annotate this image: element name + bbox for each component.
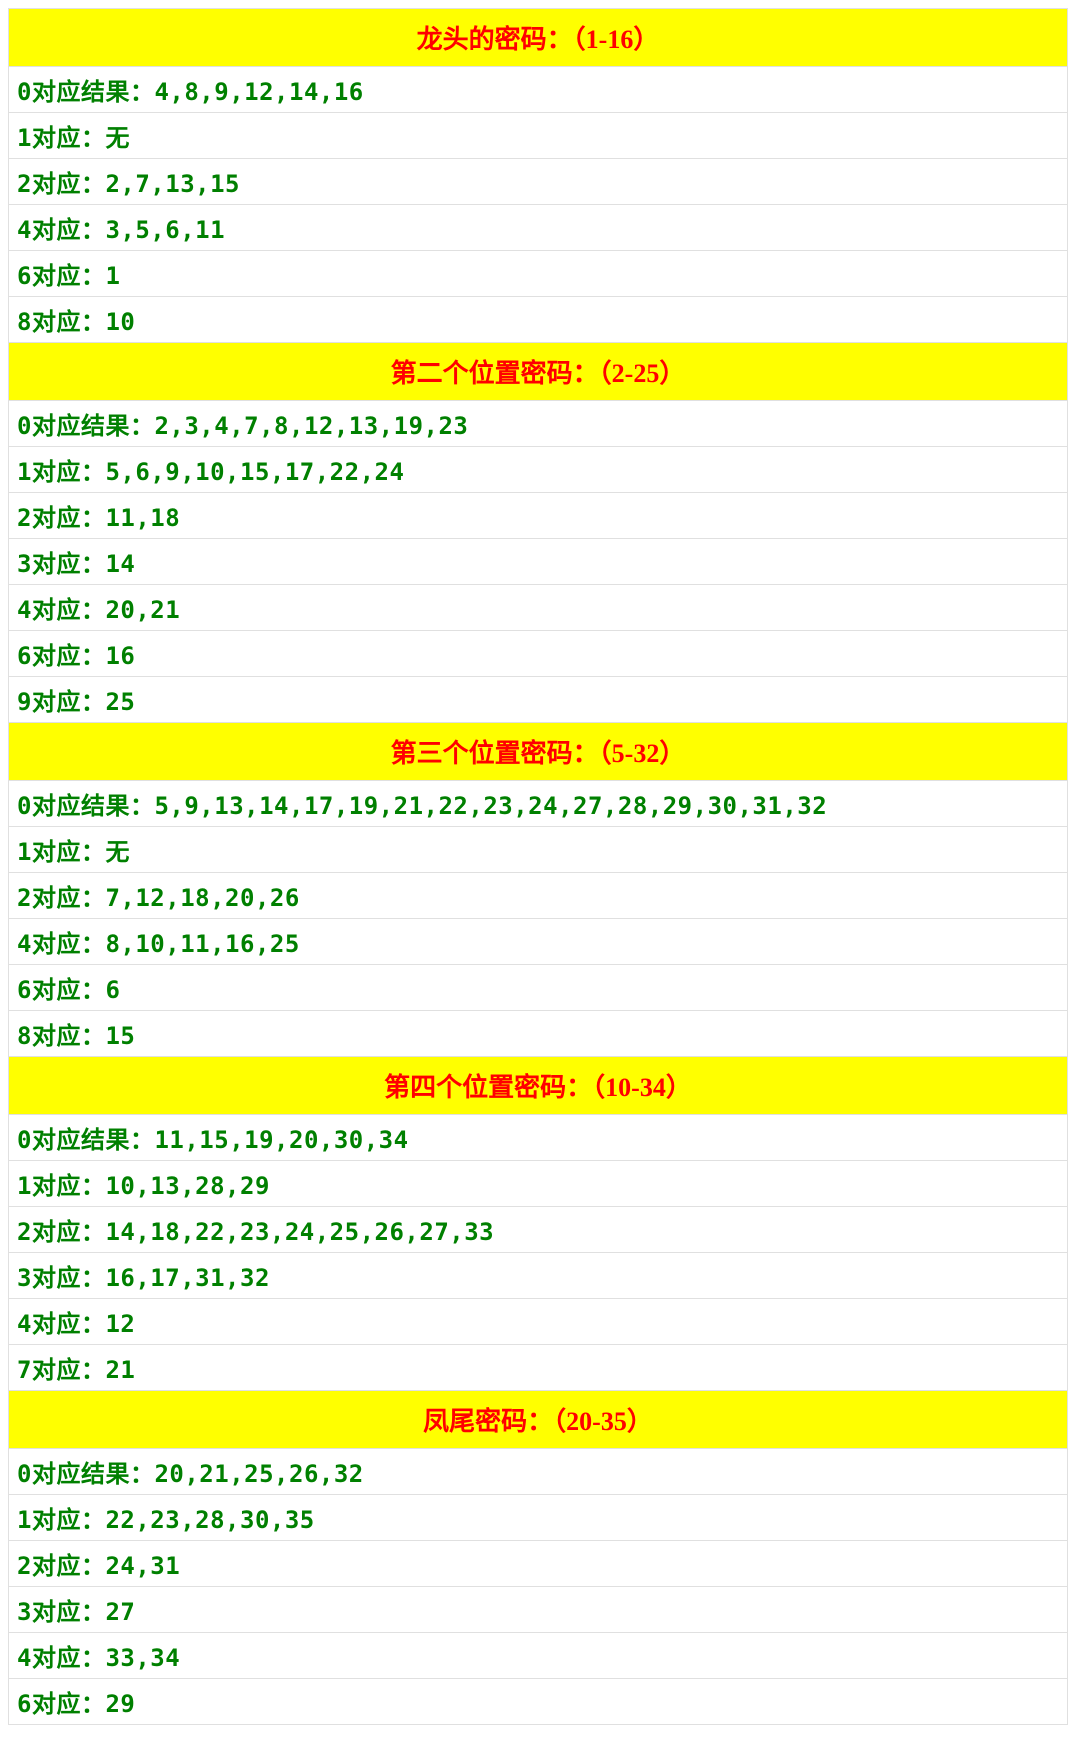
data-row: 2对应：11,18 [8, 493, 1068, 539]
section-2: 第二个位置密码：（2-25） 0对应结果：2,3,4,7,8,12,13,19,… [8, 343, 1068, 723]
data-row: 8对应：15 [8, 1011, 1068, 1057]
data-row: 3对应：14 [8, 539, 1068, 585]
data-row: 4对应：20,21 [8, 585, 1068, 631]
data-row: 8对应：10 [8, 297, 1068, 343]
data-row: 6对应：29 [8, 1679, 1068, 1725]
data-row: 9对应：25 [8, 677, 1068, 723]
section-3: 第三个位置密码：（5-32） 0对应结果：5,9,13,14,17,19,21,… [8, 723, 1068, 1057]
data-row: 6对应：16 [8, 631, 1068, 677]
section-4-header: 第四个位置密码：（10-34） [8, 1057, 1068, 1115]
data-row: 4对应：3,5,6,11 [8, 205, 1068, 251]
section-5-header: 凤尾密码：（20-35） [8, 1391, 1068, 1449]
section-1: 龙头的密码：（1-16） 0对应结果：4,8,9,12,14,16 1对应：无 … [8, 8, 1068, 343]
data-row: 1对应：22,23,28,30,35 [8, 1495, 1068, 1541]
section-4: 第四个位置密码：（10-34） 0对应结果：11,15,19,20,30,34 … [8, 1057, 1068, 1391]
data-row: 6对应：1 [8, 251, 1068, 297]
data-row: 2对应：14,18,22,23,24,25,26,27,33 [8, 1207, 1068, 1253]
data-row: 1对应：5,6,9,10,15,17,22,24 [8, 447, 1068, 493]
section-3-header: 第三个位置密码：（5-32） [8, 723, 1068, 781]
data-row: 2对应：2,7,13,15 [8, 159, 1068, 205]
data-row: 0对应结果：11,15,19,20,30,34 [8, 1115, 1068, 1161]
data-row: 4对应：8,10,11,16,25 [8, 919, 1068, 965]
data-row: 3对应：16,17,31,32 [8, 1253, 1068, 1299]
data-row: 0对应结果：5,9,13,14,17,19,21,22,23,24,27,28,… [8, 781, 1068, 827]
data-row: 2对应：24,31 [8, 1541, 1068, 1587]
data-row: 0对应结果：2,3,4,7,8,12,13,19,23 [8, 401, 1068, 447]
data-row: 7对应：21 [8, 1345, 1068, 1391]
lottery-code-table: 龙头的密码：（1-16） 0对应结果：4,8,9,12,14,16 1对应：无 … [0, 0, 1076, 1733]
section-5: 凤尾密码：（20-35） 0对应结果：20,21,25,26,32 1对应：22… [8, 1391, 1068, 1725]
section-2-header: 第二个位置密码：（2-25） [8, 343, 1068, 401]
data-row: 2对应：7,12,18,20,26 [8, 873, 1068, 919]
section-1-header: 龙头的密码：（1-16） [8, 8, 1068, 67]
data-row: 4对应：33,34 [8, 1633, 1068, 1679]
data-row: 6对应：6 [8, 965, 1068, 1011]
data-row: 4对应：12 [8, 1299, 1068, 1345]
data-row: 1对应：无 [8, 113, 1068, 159]
data-row: 1对应：10,13,28,29 [8, 1161, 1068, 1207]
data-row: 0对应结果：4,8,9,12,14,16 [8, 67, 1068, 113]
data-row: 3对应：27 [8, 1587, 1068, 1633]
data-row: 0对应结果：20,21,25,26,32 [8, 1449, 1068, 1495]
data-row: 1对应：无 [8, 827, 1068, 873]
